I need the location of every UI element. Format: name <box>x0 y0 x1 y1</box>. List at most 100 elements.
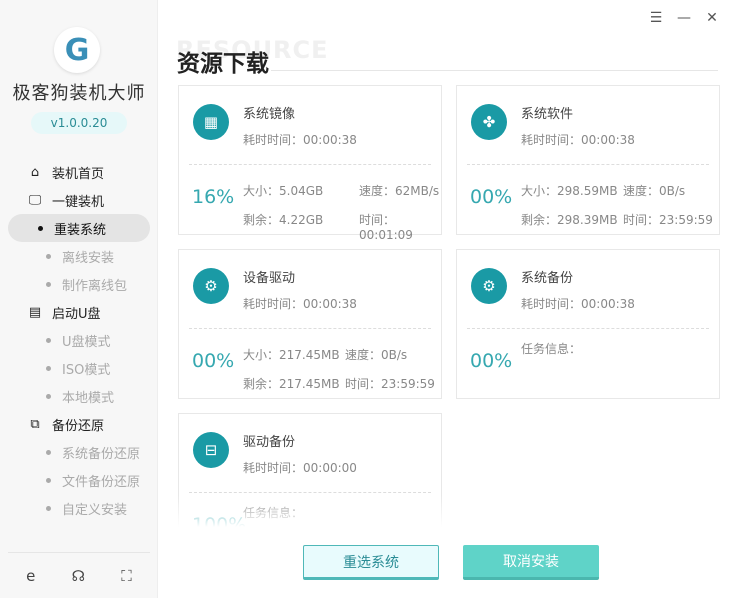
window-controls: ☰ — ✕ <box>649 10 719 26</box>
monitor-icon: 🖵 <box>28 192 42 208</box>
menu-icon[interactable]: ☰ <box>649 10 663 26</box>
sidebar-group-label: 备份还原 <box>52 418 105 434</box>
sidebar-group-label: 装机首页 <box>52 166 105 182</box>
resource-card: ▦ 系统镜像耗时时间：00:00:38 16% 大小：5.04GB 速度：62MB/s 剩… <box>178 85 442 242</box>
sidebar: G 极客狗装机大师 v1.0.0.20 ⌂ 装机首页 🖵 一键装机重装系统离线安装制作… <box>0 0 158 598</box>
sidebar-group-2[interactable]: ▤ 启动U盘 <box>0 298 158 326</box>
bullet-icon <box>46 449 51 455</box>
disk-icon: ⊟ <box>193 432 229 468</box>
card-divider <box>189 492 431 493</box>
card-title: 设备驱动 <box>243 271 296 286</box>
cancel-install-button[interactable]: 取消安装 <box>463 545 599 580</box>
title-divider <box>271 70 718 71</box>
sidebar-item-label: ISO模式 <box>62 362 111 378</box>
size: 大小：298.59MB <box>521 184 618 198</box>
sidebar-item[interactable]: 本地模式 <box>8 382 150 410</box>
sidebar-group-3[interactable]: ⧉ 备份还原 <box>0 410 158 438</box>
resource-card-list[interactable]: ▦ 系统镜像耗时时间：00:00:38 16% 大小：5.04GB 速度：62MB/s 剩… <box>178 85 723 527</box>
bullet-icon <box>46 477 51 483</box>
speed: 速度：62MB/s <box>359 184 440 198</box>
home-icon: ⌂ <box>30 164 40 180</box>
bullet-icon <box>46 281 51 287</box>
elapsed-time: 耗时时间：00:00:38 <box>243 133 357 147</box>
bullet-icon <box>46 253 51 259</box>
logo-letter: G <box>64 32 90 68</box>
bullet-icon <box>46 337 51 343</box>
time-left: 时间：23:59:59 <box>345 377 435 391</box>
card-title: 系统软件 <box>521 107 574 122</box>
speed: 速度：0B/s <box>345 348 408 362</box>
sidebar-item[interactable]: 重装系统 <box>8 214 150 242</box>
sidebar-item[interactable]: 自定义安装 <box>8 494 150 522</box>
driver-icon: ⚙ <box>193 268 229 304</box>
sidebar-nav: ⌂ 装机首页 🖵 一键装机重装系统离线安装制作离线包 ▤ 启动U盘 U盘模式 ISO模式本地模… <box>0 158 158 522</box>
sidebar-item[interactable]: 系统备份还原 <box>8 438 150 466</box>
sidebar-group-label: 一键装机 <box>52 194 105 210</box>
size: 大小：217.45MB <box>243 348 340 362</box>
speed: 速度：0B/s <box>623 184 686 198</box>
progress-percent: 00% <box>470 350 513 372</box>
elapsed-time: 耗时时间：00:00:38 <box>521 133 635 147</box>
remaining: 剩余：298.39MB <box>521 213 618 227</box>
sidebar-item[interactable]: 文件备份还原 <box>8 466 150 494</box>
ie-browser-icon[interactable]: e <box>26 567 35 585</box>
sidebar-item[interactable]: 制作离线包 <box>8 270 150 298</box>
usb-icon: ▤ <box>28 304 42 320</box>
app-name: 极客狗装机大师 <box>12 83 146 104</box>
resource-card: ✤ 系统软件耗时时间：00:00:38 00% 大小：298.59MB 速度：0B/s 剩… <box>456 85 720 235</box>
minimize-icon[interactable]: — <box>677 10 691 26</box>
apps-icon: ✤ <box>471 104 507 140</box>
sidebar-group-label: 启动U盘 <box>52 306 101 322</box>
reselect-system-button[interactable]: 重选系统 <box>303 545 439 580</box>
resource-card: ⚙ 设备驱动耗时时间：00:00:38 00% 大小：217.45MB 速度：0B/s 剩… <box>178 249 442 399</box>
version-badge: v1.0.0.20 <box>31 112 127 134</box>
remaining: 剩余：4.22GB <box>243 213 324 227</box>
page-title: 资源下载 <box>177 51 269 77</box>
time-left: 时间：00:01:09 <box>359 213 413 242</box>
time-left: 时间：23:59:59 <box>623 213 713 227</box>
progress-percent: 16% <box>192 186 235 208</box>
windows-icon: ▦ <box>193 104 229 140</box>
backup-icon: ⧉ <box>30 416 40 432</box>
sidebar-item-label: 重装系统 <box>54 222 107 238</box>
sidebar-item-label: 系统备份还原 <box>62 446 141 462</box>
progress-percent: 00% <box>470 186 513 208</box>
progress-percent: 00% <box>192 350 235 372</box>
card-divider <box>467 164 709 165</box>
card-divider <box>467 328 709 329</box>
sidebar-item-label: 文件备份还原 <box>62 474 141 490</box>
scroll-fade <box>178 495 723 527</box>
resource-card: ⚙ 系统备份耗时时间：00:00:38 00% 任务信息： <box>456 249 720 399</box>
card-title: 系统备份 <box>521 271 574 286</box>
bullet-icon <box>46 365 51 371</box>
elapsed-time: 耗时时间：00:00:38 <box>521 297 635 311</box>
sidebar-item-label: 离线安装 <box>62 250 115 266</box>
sidebar-item[interactable]: 离线安装 <box>8 242 150 270</box>
sidebar-item-label: 本地模式 <box>62 390 115 406</box>
bullet-icon <box>46 393 51 399</box>
sidebar-group-0[interactable]: ⌂ 装机首页 <box>0 158 158 186</box>
sidebar-item[interactable]: U盘模式 <box>8 326 150 354</box>
system-backup-icon: ⚙ <box>471 268 507 304</box>
close-icon[interactable]: ✕ <box>705 10 719 26</box>
card-divider <box>189 164 431 165</box>
bullet-icon <box>46 505 51 511</box>
scan-icon[interactable]: ⛶ <box>121 567 132 585</box>
remaining: 剩余：217.45MB <box>243 377 340 391</box>
sidebar-footer: e ☊ ⛶ <box>8 552 150 585</box>
card-title: 系统镜像 <box>243 107 296 122</box>
sidebar-group-1[interactable]: 🖵 一键装机 <box>0 186 158 214</box>
sidebar-item[interactable]: ISO模式 <box>8 354 150 382</box>
card-divider <box>189 328 431 329</box>
sidebar-item-label: U盘模式 <box>62 334 111 350</box>
size: 大小：5.04GB <box>243 184 324 198</box>
elapsed-time: 耗时时间：00:00:00 <box>243 461 357 475</box>
app-logo: G <box>54 27 100 73</box>
elapsed-time: 耗时时间：00:00:38 <box>243 297 357 311</box>
task-info: 任务信息： <box>521 342 582 356</box>
sidebar-item-label: 自定义安装 <box>62 502 128 518</box>
card-title: 驱动备份 <box>243 435 296 450</box>
support-headset-icon[interactable]: ☊ <box>72 567 85 585</box>
bullet-icon <box>38 225 43 231</box>
sidebar-item-label: 制作离线包 <box>62 278 128 294</box>
